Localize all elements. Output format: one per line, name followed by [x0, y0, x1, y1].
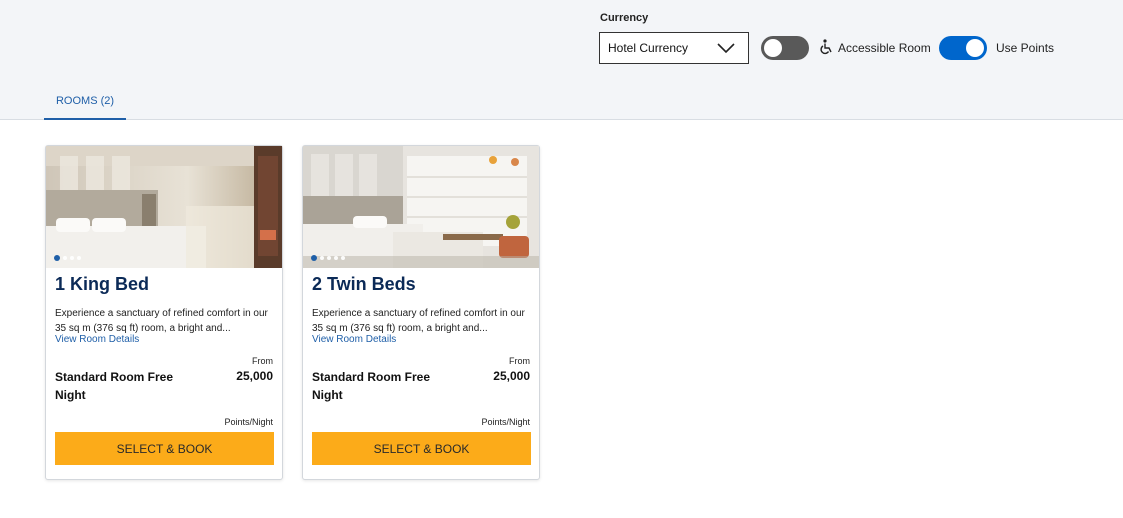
carousel-dot[interactable] [334, 256, 338, 260]
carousel-dot[interactable] [54, 255, 60, 261]
accessible-room-toggle[interactable] [761, 36, 809, 60]
rate-points: 25,000 [236, 369, 273, 383]
select-book-button[interactable]: SELECT & BOOK [312, 432, 531, 465]
from-label: From [509, 356, 530, 366]
from-label: From [252, 356, 273, 366]
room-photo-king [46, 146, 282, 268]
carousel-dot[interactable] [327, 256, 331, 260]
room-title: 1 King Bed [55, 274, 150, 294]
currency-value: Hotel Currency [608, 41, 689, 55]
points-per-night-label: Points/Night [481, 417, 530, 427]
use-points-label: Use Points [996, 41, 1055, 55]
room-photo-twin [303, 146, 539, 268]
view-room-details-link[interactable]: View Room Details [55, 334, 139, 345]
carousel-dots [311, 255, 345, 261]
tab-rooms[interactable]: ROOMS (2) [44, 89, 126, 120]
filter-bar: Currency Hotel Currency Accessible Room … [0, 0, 1123, 120]
currency-select[interactable]: Hotel Currency [599, 32, 749, 64]
carousel-dot[interactable] [320, 256, 324, 260]
accessible-room-label: Accessible Room [838, 41, 931, 55]
carousel-dot[interactable] [77, 256, 81, 260]
use-points-toggle[interactable] [939, 36, 987, 60]
room-photo[interactable] [46, 146, 282, 268]
wheelchair-icon [820, 39, 832, 55]
points-per-night-label: Points/Night [224, 417, 273, 427]
carousel-dot[interactable] [341, 256, 345, 260]
carousel-dot[interactable] [63, 256, 67, 260]
carousel-dots [54, 255, 81, 261]
room-title: 2 Twin Beds [312, 274, 416, 294]
select-book-button[interactable]: SELECT & BOOK [55, 432, 274, 465]
room-card: 1 King Bed Experience a sanctuary of ref… [45, 145, 283, 480]
rate-name: Standard Room Free Night [55, 370, 174, 402]
currency-label: Currency [600, 12, 649, 24]
toggle-knob [966, 39, 984, 57]
rate-points: 25,000 [493, 369, 530, 383]
room-card: 2 Twin Beds Experience a sanctuary of re… [302, 145, 540, 480]
view-room-details-link[interactable]: View Room Details [312, 334, 396, 345]
rate-name: Standard Room Free Night [312, 370, 431, 402]
carousel-dot[interactable] [311, 255, 317, 261]
room-description: Experience a sanctuary of refined comfor… [312, 308, 525, 334]
carousel-dot[interactable] [70, 256, 74, 260]
chevron-down-icon [717, 43, 735, 54]
toggle-knob [764, 39, 782, 57]
room-photo[interactable] [303, 146, 539, 268]
room-description: Experience a sanctuary of refined comfor… [55, 308, 268, 334]
